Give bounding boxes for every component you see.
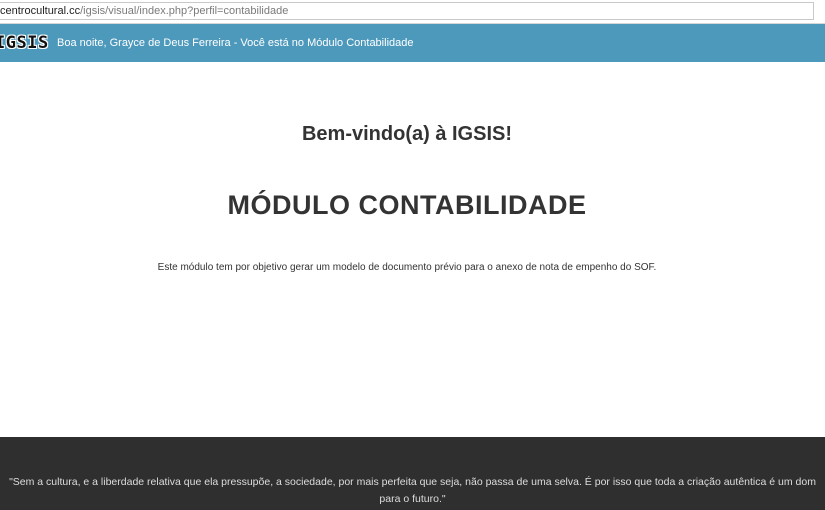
footer-quote: "Sem a cultura, e a liberdade relativa q…: [0, 474, 825, 508]
quote-line-2: para o futuro.": [379, 493, 446, 505]
main-content: Bem-vindo(a) à IGSIS! MÓDULO CONTABILIDA…: [0, 62, 825, 437]
top-navigation-bar: IGSIS Boa noite, Grayce de Deus Ferreira…: [0, 24, 825, 62]
user-greeting: Boa noite, Grayce de Deus Ferreira - Voc…: [57, 37, 414, 49]
url-path: /igsis/visual/index.php?perfil=contabili…: [80, 5, 289, 17]
quote-line-1: "Sem a cultura, e a liberdade relativa q…: [9, 476, 816, 488]
module-description: Este módulo tem por objetivo gerar um mo…: [157, 262, 657, 273]
welcome-heading: Bem-vindo(a) à IGSIS!: [301, 123, 513, 145]
url-field[interactable]: centrocultural.cc/igsis/visual/index.php…: [0, 2, 814, 20]
module-title: MÓDULO CONTABILIDADE: [227, 190, 587, 220]
browser-address-bar: centrocultural.cc/igsis/visual/index.php…: [0, 0, 825, 24]
footer: "Sem a cultura, e a liberdade relativa q…: [0, 437, 825, 510]
igsis-logo[interactable]: IGSIS: [0, 33, 49, 53]
url-host: centrocultural.cc: [0, 5, 81, 17]
